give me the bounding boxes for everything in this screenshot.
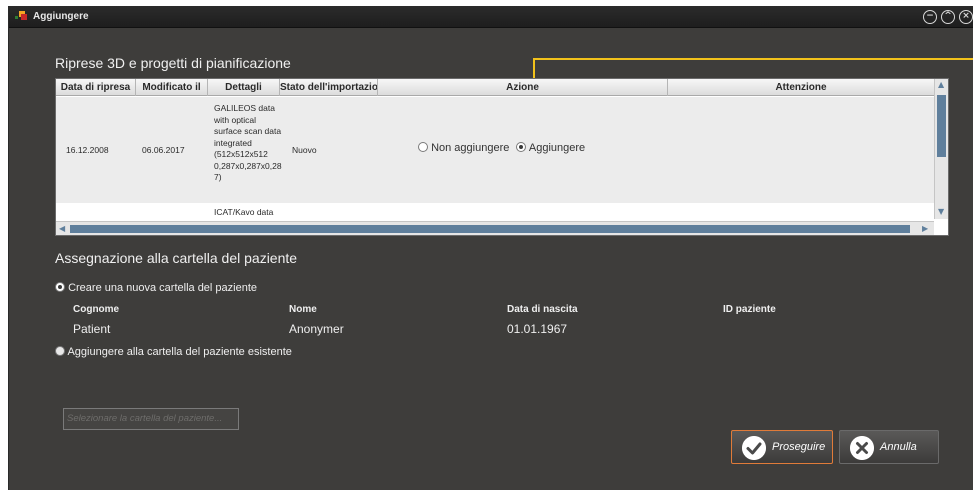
vertical-scroll-thumb[interactable] [937, 95, 946, 157]
column-header-modified[interactable]: Modificato il [136, 79, 208, 96]
continue-label: Proseguire [772, 441, 826, 453]
details-line: surface scan data [214, 126, 282, 136]
radio-not-add-label[interactable]: Non aggiungere [431, 142, 509, 154]
horizontal-scrollbar[interactable]: ◀ ▶ [56, 221, 934, 235]
table-header: Data di ripresa Modificato il Dettagli S… [56, 79, 934, 96]
maximize-icon[interactable]: ^ [941, 10, 955, 24]
details-line: with optical [214, 114, 257, 125]
continue-button[interactable]: Proseguire [731, 430, 833, 464]
window-title: Aggiungere [33, 11, 89, 22]
horizontal-scroll-thumb[interactable] [70, 225, 910, 233]
cell-modified: 06.06.2017 [142, 145, 185, 155]
radio-add[interactable] [516, 142, 527, 152]
scans-table: Data di ripresa Modificato il Dettagli S… [55, 78, 949, 236]
option-existing-label[interactable]: Aggiungere alla cartella del paziente es… [67, 346, 291, 358]
header-birth: Data di nascita [507, 304, 578, 315]
cell-details: GALILEOS data with optical surface scan … [214, 103, 282, 184]
cell-date: 16.12.2008 [66, 145, 109, 155]
callout-line-vertical [533, 58, 535, 80]
app-logo-icon [15, 11, 29, 23]
section-title-scans: Riprese 3D e progetti di pianificazione [55, 55, 291, 71]
callout-line-horizontal [533, 58, 973, 60]
radio-not-add[interactable] [418, 142, 428, 152]
radio-new-record[interactable] [55, 282, 65, 292]
details-line: (512x512x512 [214, 149, 268, 159]
scroll-down-icon[interactable]: ▼ [938, 206, 944, 218]
value-surname: Patient [73, 322, 111, 336]
radio-existing-record[interactable] [55, 346, 65, 356]
option-new-record[interactable]: Creare una nuova cartella del paziente [55, 282, 257, 294]
scroll-up-icon[interactable]: ▲ [938, 79, 944, 91]
section-title-assignment: Assegnazione alla cartella del paziente [55, 250, 298, 266]
details-line: integrated [214, 137, 252, 148]
dialog-window: Aggiungere − ^ × Riprese 3D e progetti d… [8, 6, 973, 490]
vertical-scrollbar[interactable]: ▲ ▼ [934, 79, 948, 219]
select-patient-record-field[interactable]: Selezionare la cartella del paziente... [63, 408, 239, 430]
option-new-label[interactable]: Creare una nuova cartella del paziente [68, 282, 257, 294]
value-name: Anonymer [289, 322, 344, 336]
table-row[interactable]: 16.12.2008 06.06.2017 GALILEOS data with… [56, 97, 934, 203]
details-line: GALILEOS data [214, 103, 275, 113]
column-header-status[interactable]: Stato dell'importazione [280, 79, 378, 96]
cancel-label: Annulla [880, 441, 917, 453]
cell-status: Nuovo [292, 145, 317, 155]
scroll-left-icon[interactable]: ◀ [59, 223, 65, 235]
details-line: 7) [214, 172, 222, 182]
action-radio-group: Non aggiungere Aggiungere [418, 142, 585, 154]
column-header-action[interactable]: Azione [378, 79, 668, 96]
cell-details: ICAT/Kavo data [214, 207, 274, 217]
value-birth: 01.01.1967 [507, 322, 568, 336]
details-line: 0,287x0,287x0,28 [214, 160, 282, 171]
close-icon[interactable]: × [959, 10, 973, 24]
header-surname: Cognome [73, 304, 120, 315]
minimize-icon[interactable]: − [923, 10, 937, 24]
column-header-date[interactable]: Data di ripresa [56, 79, 136, 96]
scroll-right-icon[interactable]: ▶ [922, 223, 928, 235]
header-patient-id: ID paziente [723, 304, 776, 315]
cancel-x-icon [850, 436, 874, 460]
checkmark-icon [742, 436, 766, 460]
cancel-button[interactable]: Annulla [839, 430, 939, 464]
radio-add-label[interactable]: Aggiungere [529, 142, 585, 154]
column-header-details[interactable]: Dettagli [208, 79, 280, 96]
column-header-attention[interactable]: Attenzione [668, 79, 934, 96]
header-name: Nome [289, 304, 317, 315]
title-bar[interactable]: Aggiungere − ^ × [9, 6, 973, 28]
table-row[interactable]: ICAT/Kavo data [56, 203, 934, 220]
option-existing-record[interactable]: Aggiungere alla cartella del paziente es… [55, 346, 292, 358]
